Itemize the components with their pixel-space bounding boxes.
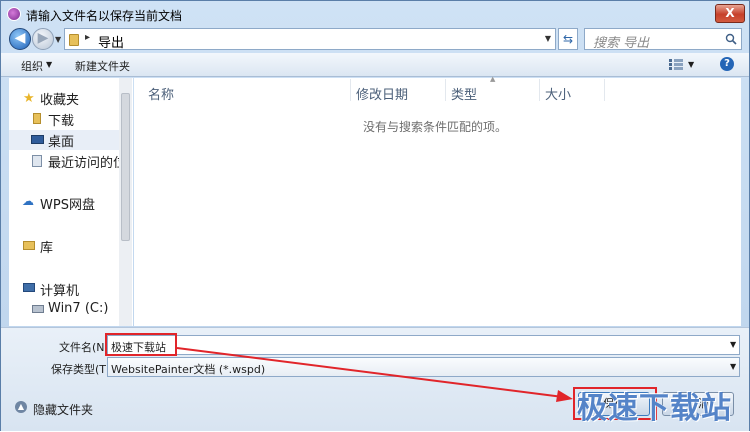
annotation-arrow	[176, 347, 573, 402]
save-dialog: 请输入文件名以保存当前文档 X ◀ ▶ ▼ ▸ 导出 ▼ ⇆ 搜索 导出 组织 …	[0, 0, 750, 431]
watermark-text: 极速下载站	[577, 391, 732, 426]
